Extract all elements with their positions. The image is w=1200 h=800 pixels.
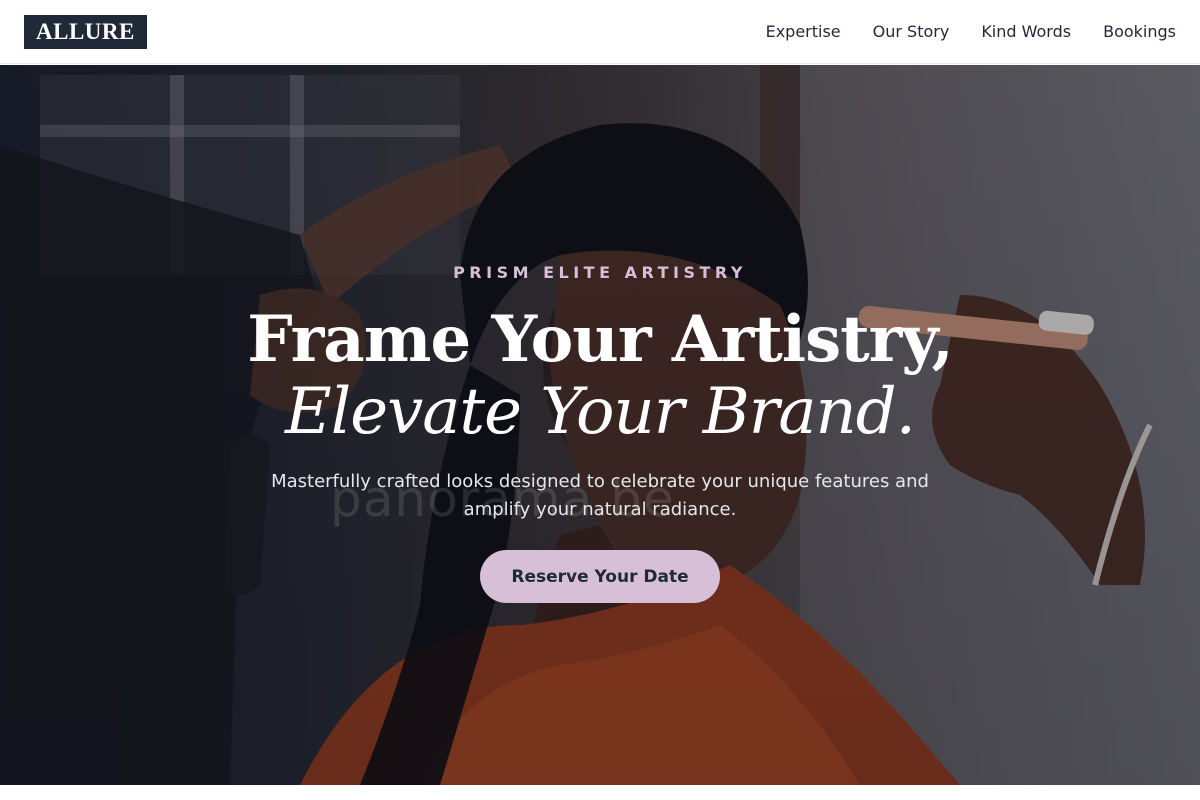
brand-logo-text[interactable]: ALLURE bbox=[36, 18, 135, 46]
hero-content: PRISM ELITE ARTISTRY Frame Your Artistry… bbox=[0, 65, 1200, 785]
main-nav: Expertise Our Story Kind Words Bookings bbox=[766, 22, 1176, 41]
hero-headline-italic: Elevate Your Brand. bbox=[285, 375, 916, 449]
hero-section: panorama.be PRISM ELITE ARTISTRY Frame Y… bbox=[0, 65, 1200, 785]
nav-link-kind-words[interactable]: Kind Words bbox=[981, 22, 1071, 41]
hero-headline: Frame Your Artistry, bbox=[247, 302, 953, 377]
hero-eyebrow: PRISM ELITE ARTISTRY bbox=[453, 263, 747, 282]
reserve-date-button[interactable]: Reserve Your Date bbox=[480, 550, 720, 603]
nav-link-bookings[interactable]: Bookings bbox=[1103, 22, 1176, 41]
nav-link-our-story[interactable]: Our Story bbox=[873, 22, 950, 41]
hero-subtitle: Masterfully crafted looks designed to ce… bbox=[271, 471, 929, 520]
site-header: ALLURE Expertise Our Story Kind Words Bo… bbox=[0, 0, 1200, 64]
brand-logo[interactable]: ALLURE bbox=[24, 14, 147, 49]
nav-link-expertise[interactable]: Expertise bbox=[766, 22, 841, 41]
